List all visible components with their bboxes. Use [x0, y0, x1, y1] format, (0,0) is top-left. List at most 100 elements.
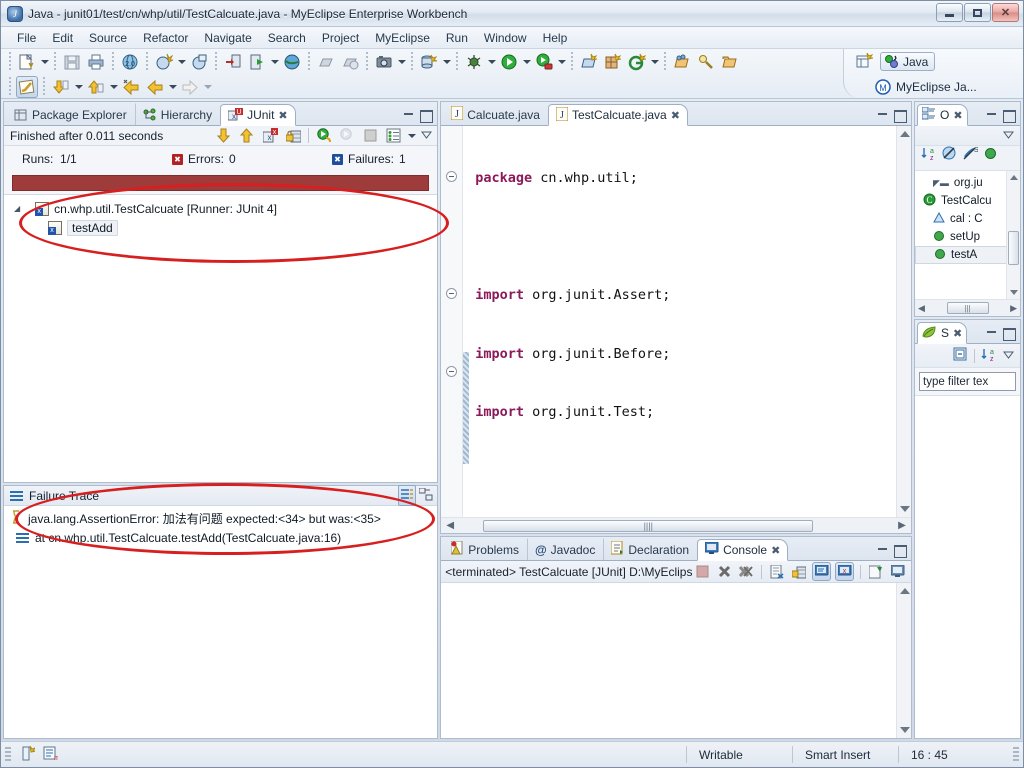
new-xml-icon[interactable] [626, 51, 648, 73]
tab-calcuate-java[interactable]: J Calcuate.java [443, 103, 548, 125]
new-java-class-icon[interactable] [153, 51, 175, 73]
rerun-test-icon[interactable] [315, 127, 333, 145]
menu-navigate[interactable]: Navigate [196, 29, 259, 47]
close-icon[interactable]: ✖ [771, 544, 780, 557]
view-menu-icon[interactable] [1002, 348, 1015, 364]
close-icon[interactable]: ✖ [671, 109, 680, 122]
run-dropdown-icon[interactable] [521, 51, 532, 73]
debug-dropdown-icon[interactable] [486, 51, 497, 73]
remove-all-terminated-icon[interactable] [737, 563, 755, 581]
menu-help[interactable]: Help [535, 29, 576, 47]
tab-package-explorer[interactable]: Package Explorer [6, 103, 135, 125]
run-external-tools-dropdown-icon[interactable] [556, 51, 567, 73]
web-browser-icon[interactable]: 2.0 [119, 51, 141, 73]
editor-horizontal-scrollbar[interactable]: ◀ |||| ▶ [441, 517, 911, 533]
snapshot-icon[interactable] [373, 51, 395, 73]
maximize-view-icon[interactable] [893, 544, 907, 558]
scroll-left-arrow-icon[interactable]: ◀ [918, 303, 925, 314]
maximize-button[interactable] [964, 3, 991, 22]
database-explorer-icon[interactable] [418, 51, 440, 73]
next-annotation-dropdown-icon[interactable] [73, 76, 84, 98]
outline-item[interactable]: ◤▬ org.ju [915, 174, 1020, 192]
outline-item[interactable]: cal : C [915, 210, 1020, 228]
display-selected-console-dropdown-icon[interactable] [910, 561, 911, 582]
last-edit-location-icon[interactable] [120, 76, 142, 98]
minimize-view-icon[interactable] [402, 109, 415, 122]
menu-project[interactable]: Project [314, 29, 367, 47]
lock-scroll-icon[interactable] [284, 127, 302, 145]
menu-source[interactable]: Source [81, 29, 135, 47]
tab-outline[interactable]: O ✖ [917, 104, 968, 126]
print-icon[interactable] [85, 51, 107, 73]
tab-console[interactable]: Console ✖ [697, 539, 789, 561]
snippets-filter-input[interactable]: type filter tex [919, 372, 1016, 391]
outline-horizontal-scrollbar[interactable]: ◀ ||| ▶ [915, 299, 1020, 316]
open-type-icon[interactable] [315, 51, 337, 73]
fold-marker-imports[interactable] [446, 171, 458, 182]
tab-snippets[interactable]: S ✖ [917, 322, 968, 344]
view-menu-icon[interactable] [1002, 128, 1015, 144]
menu-refactor[interactable]: Refactor [135, 29, 196, 47]
menu-run[interactable]: Run [438, 29, 476, 47]
outline-tree[interactable]: ◤▬ org.ju C TestCalcu cal : C setUp test… [915, 170, 1020, 299]
editor-vertical-scrollbar[interactable] [896, 126, 911, 517]
folding-gutter[interactable] [441, 126, 464, 517]
view-menu-icon[interactable] [420, 128, 433, 144]
open-browser-icon[interactable] [281, 51, 303, 73]
new-package-icon[interactable] [188, 51, 210, 73]
refresh-icon[interactable] [339, 51, 361, 73]
run-external-tools-icon[interactable] [533, 51, 555, 73]
source-code[interactable]: package cn.whp.util; import org.junit.As… [469, 126, 896, 517]
snippets-list[interactable] [915, 395, 1020, 738]
minimize-view-icon[interactable] [985, 109, 998, 122]
hide-static-icon[interactable]: S [963, 146, 979, 164]
maximize-view-icon[interactable] [893, 109, 907, 123]
pin-console-icon[interactable] [867, 563, 885, 581]
previous-annotation-icon[interactable] [85, 76, 107, 98]
run-server-dropdown-icon[interactable] [269, 51, 280, 73]
previous-annotation-dropdown-icon[interactable] [108, 76, 119, 98]
back-dropdown-icon[interactable] [167, 76, 178, 98]
maximize-view-icon[interactable] [419, 109, 434, 123]
new-project-icon[interactable] [578, 51, 600, 73]
deploy-icon[interactable] [222, 51, 244, 73]
tab-javadoc[interactable]: @ Javadoc [526, 538, 603, 560]
tab-declaration[interactable]: Declaration [603, 538, 697, 560]
test-run-history-icon[interactable] [384, 127, 402, 145]
expand-arrow-icon[interactable]: ◢ [14, 204, 20, 213]
close-icon[interactable]: ✖ [953, 327, 962, 340]
run-icon[interactable] [498, 51, 520, 73]
collapse-all-icon[interactable] [953, 347, 968, 365]
open-folder-icon[interactable] [719, 51, 741, 73]
hide-nonpublic-icon[interactable] [984, 147, 997, 163]
console-vertical-scrollbar[interactable] [896, 583, 911, 738]
tree-row[interactable]: ◢ cn.whp.util.TestCalcuate [Runner: JUni… [4, 199, 437, 218]
outline-vertical-scrollbar[interactable] [1006, 171, 1020, 299]
tab-testcalcuate-java[interactable]: J TestCalcuate.java ✖ [547, 104, 688, 126]
hscroll-thumb[interactable]: |||| [483, 519, 814, 532]
next-annotation-icon[interactable] [50, 76, 72, 98]
console-output[interactable] [441, 583, 911, 738]
console-text[interactable] [441, 583, 896, 738]
minimize-button[interactable] [936, 3, 963, 22]
toggle-mark-occurrences-icon[interactable] [16, 75, 38, 98]
new-java-class-dropdown-icon[interactable] [176, 51, 187, 73]
tab-hierarchy[interactable]: Hierarchy [134, 103, 220, 125]
compare-result-icon[interactable] [418, 487, 433, 504]
menu-window[interactable]: Window [476, 29, 535, 47]
tab-junit[interactable]: xU JUnit ✖ [220, 104, 296, 126]
filter-stack-trace-icon[interactable] [398, 485, 417, 506]
minimize-view-icon[interactable] [876, 544, 889, 557]
menu-myeclipse[interactable]: MyEclipse [367, 29, 438, 47]
sort-icon[interactable]: az [921, 146, 936, 164]
fold-marker-test[interactable] [446, 366, 458, 377]
maximize-view-icon[interactable] [1002, 327, 1016, 341]
minimize-view-icon[interactable] [876, 109, 889, 122]
menu-file[interactable]: File [9, 29, 44, 47]
next-failure-icon[interactable] [215, 127, 233, 145]
scroll-lock-icon[interactable] [790, 563, 808, 581]
minimize-view-icon[interactable] [985, 327, 998, 340]
junit-results-tree[interactable]: ◢ cn.whp.util.TestCalcuate [Runner: JUni… [4, 194, 438, 482]
status-resize-grip[interactable] [1013, 746, 1019, 763]
perspective-myeclipse-label[interactable]: MyEclipse Ja... [896, 80, 977, 94]
